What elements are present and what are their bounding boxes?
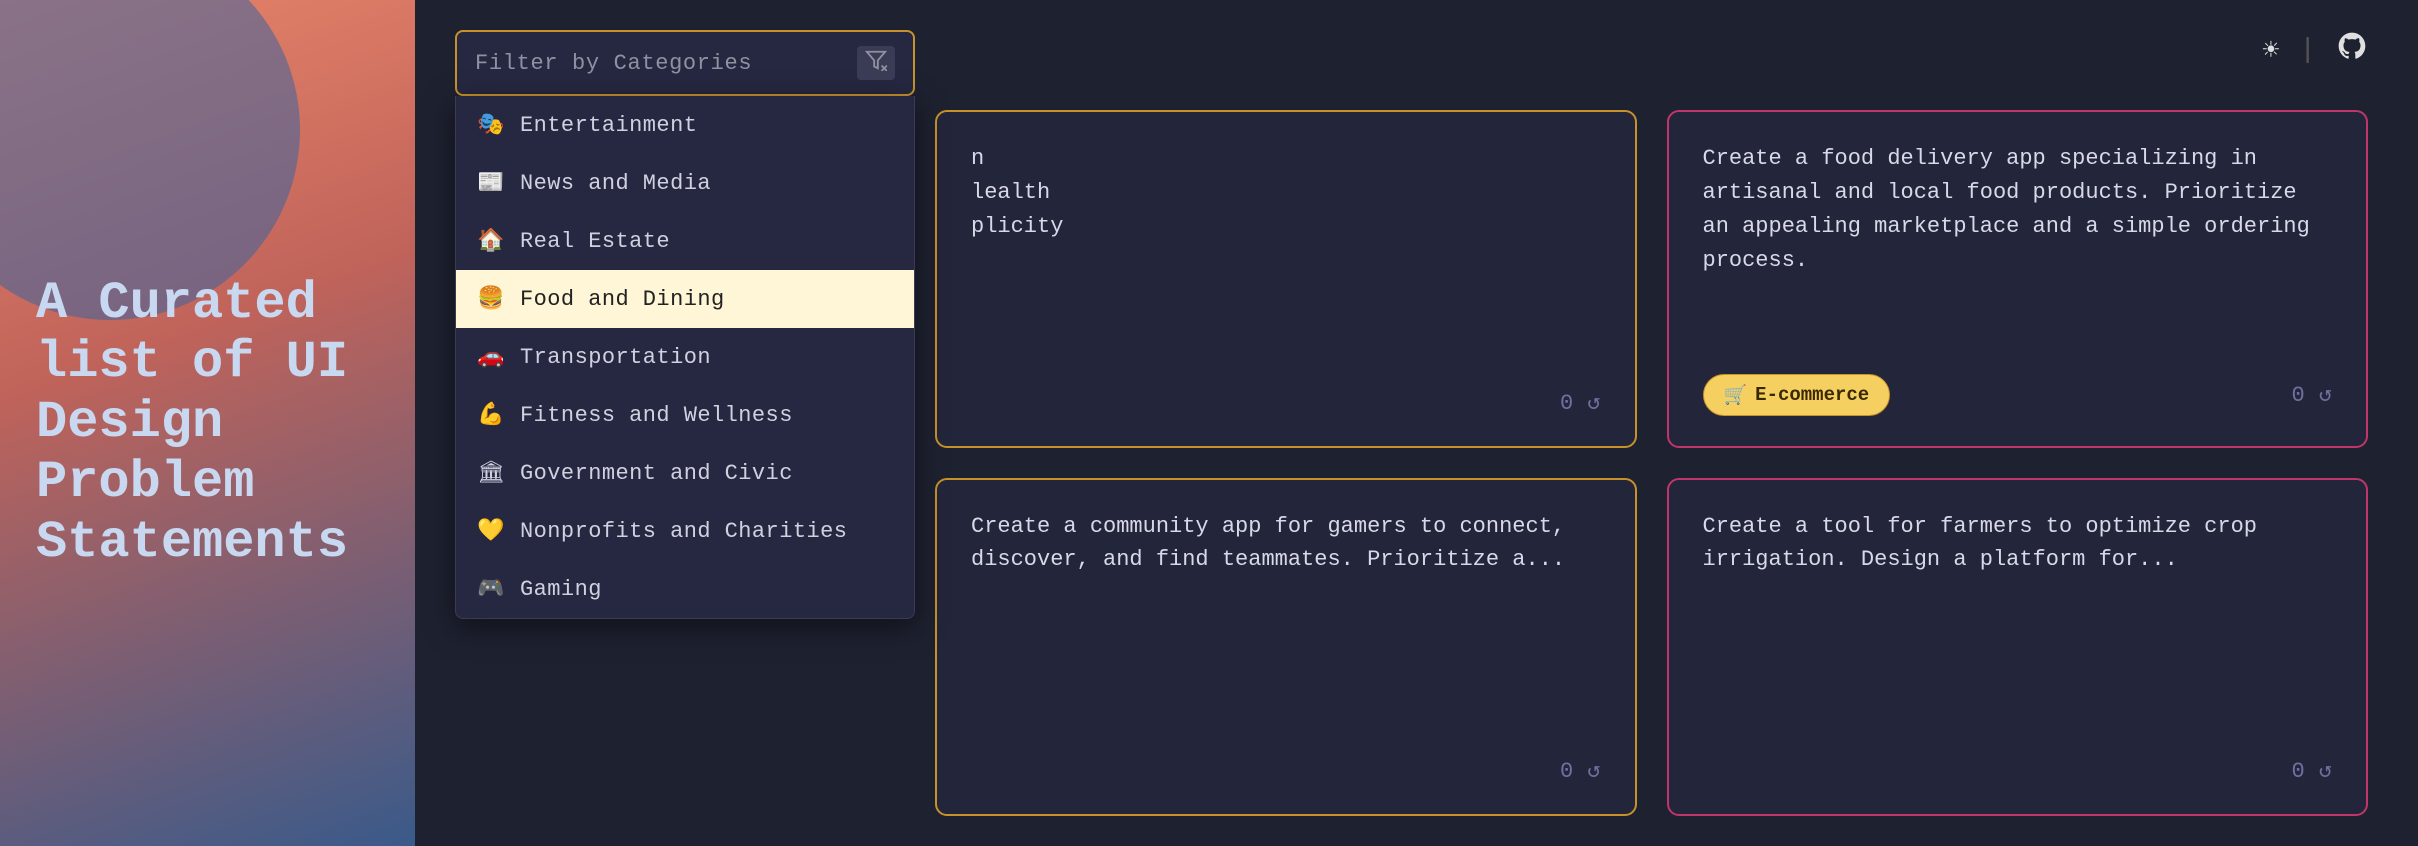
card-3-footer: 0 ↺ xyxy=(971,758,1601,784)
filter-placeholder: Filter by Categories xyxy=(475,51,857,76)
dropdown-item-emoji: 💪 xyxy=(476,402,506,428)
dropdown-list: 🎭 Entertainment 📰 News and Media 🏠 Real Estat… xyxy=(455,96,915,619)
card-2-refresh-icon[interactable]: ↺ xyxy=(2319,382,2332,408)
card-2-count: 0 xyxy=(2292,383,2305,408)
dropdown-item-transportation[interactable]: 🚗 Transportation xyxy=(456,328,914,386)
dropdown-item-emoji: 💛 xyxy=(476,518,506,544)
dropdown-item-emoji: 🍔 xyxy=(476,286,506,312)
card-1-refresh-icon[interactable]: ↺ xyxy=(1587,390,1600,416)
dropdown-item-label: Fitness and Wellness xyxy=(520,403,793,428)
cards-area: nlealthplicity 0 ↺ Create a food deliver… xyxy=(935,110,2368,816)
dropdown-item-government-and-civic[interactable]: 🏛 Government and Civic xyxy=(456,444,914,502)
dropdown-item-emoji: 📰 xyxy=(476,170,506,196)
dropdown-item-label: Food and Dining xyxy=(520,287,725,312)
divider: | xyxy=(2299,35,2316,66)
dropdown-item-label: Real Estate xyxy=(520,229,670,254)
card-3-text: Create a community app for gamers to con… xyxy=(971,510,1601,576)
github-icon[interactable] xyxy=(2336,30,2368,71)
card-3-count: 0 xyxy=(1560,759,1573,784)
dropdown-item-fitness-and-wellness[interactable]: 💪 Fitness and Wellness xyxy=(456,386,914,444)
dropdown-item-emoji: 🏠 xyxy=(476,228,506,254)
filter-clear-icon[interactable] xyxy=(857,46,895,80)
dropdown-item-food-and-dining[interactable]: 🍔 Food and Dining xyxy=(456,270,914,328)
dropdown-item-emoji: 🏛 xyxy=(476,460,506,486)
dropdown-item-label: News and Media xyxy=(520,171,711,196)
card-4-count: 0 xyxy=(2292,759,2305,784)
dropdown-item-label: Government and Civic xyxy=(520,461,793,486)
card-1-count: 0 xyxy=(1560,391,1573,416)
dropdown-item-news-and-media[interactable]: 📰 News and Media xyxy=(456,154,914,212)
card-1-footer: 0 ↺ xyxy=(971,390,1601,416)
card-4-footer: 0 ↺ xyxy=(1703,758,2333,784)
main-content: ☀ | Filter by Categories 🎭 Entertainment 📰… xyxy=(415,0,2418,846)
card-3-actions: 0 ↺ xyxy=(1560,758,1600,784)
filter-dropdown-area: Filter by Categories 🎭 Entertainment 📰 News… xyxy=(455,30,915,619)
card-3: Create a community app for gamers to con… xyxy=(935,478,1637,816)
card-2: Create a food delivery app specializing … xyxy=(1667,110,2369,448)
dropdown-item-label: Nonprofits and Charities xyxy=(520,519,847,544)
card-2-text: Create a food delivery app specializing … xyxy=(1703,142,2333,278)
sidebar-title: A Curated list of UI Design Problem Stat… xyxy=(0,234,415,613)
dropdown-item-entertainment[interactable]: 🎭 Entertainment xyxy=(456,96,914,154)
card-4-actions: 0 ↺ xyxy=(2292,758,2332,784)
card-1: nlealthplicity 0 ↺ xyxy=(935,110,1637,448)
filter-input[interactable]: Filter by Categories xyxy=(455,30,915,96)
card-2-badge-label: E-commerce xyxy=(1755,384,1869,406)
card-2-actions: 0 ↺ xyxy=(2292,382,2332,408)
card-1-actions: 0 ↺ xyxy=(1560,390,1600,416)
dropdown-item-emoji: 🎭 xyxy=(476,112,506,138)
top-bar: ☀ | xyxy=(2262,30,2368,71)
card-3-refresh-icon[interactable]: ↺ xyxy=(1587,758,1600,784)
dropdown-item-label: Transportation xyxy=(520,345,711,370)
card-4-refresh-icon[interactable]: ↺ xyxy=(2319,758,2332,784)
dropdown-item-label: Entertainment xyxy=(520,113,697,138)
dropdown-item-gaming[interactable]: 🎮 Gaming xyxy=(456,560,914,618)
card-2-badge[interactable]: 🛒 E-commerce xyxy=(1703,374,1891,416)
card-4-text: Create a tool for farmers to optimize cr… xyxy=(1703,510,2333,576)
dropdown-item-nonprofits-and-charities[interactable]: 💛 Nonprofits and Charities xyxy=(456,502,914,560)
dropdown-item-emoji: 🎮 xyxy=(476,576,506,602)
dropdown-item-real-estate[interactable]: 🏠 Real Estate xyxy=(456,212,914,270)
card-1-text: nlealthplicity xyxy=(971,142,1601,244)
sun-icon[interactable]: ☀ xyxy=(2262,33,2279,68)
dropdown-item-emoji: 🚗 xyxy=(476,344,506,370)
card-2-footer: 🛒 E-commerce 0 ↺ xyxy=(1703,374,2333,416)
card-4: Create a tool for farmers to optimize cr… xyxy=(1667,478,2369,816)
sidebar: A Curated list of UI Design Problem Stat… xyxy=(0,0,415,846)
dropdown-item-label: Gaming xyxy=(520,577,602,602)
card-2-badge-emoji: 🛒 xyxy=(1724,383,1748,407)
